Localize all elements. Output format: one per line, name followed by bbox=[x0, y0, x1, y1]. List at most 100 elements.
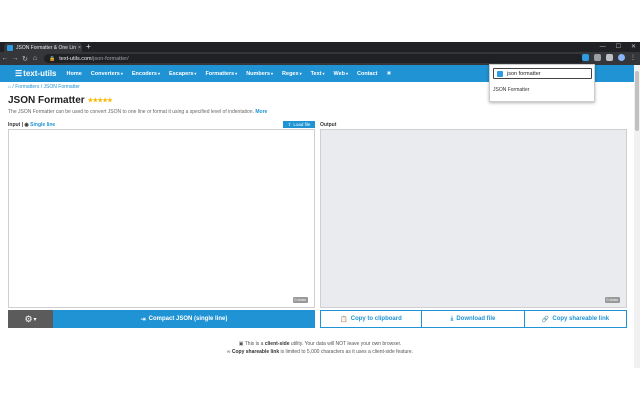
home-icon[interactable]: ⌂ bbox=[30, 55, 40, 62]
note-text-pre: This is a bbox=[244, 341, 264, 347]
note-text-post: utility. Your data will NOT leave your o… bbox=[290, 341, 402, 347]
more-link[interactable]: More bbox=[255, 109, 267, 115]
chevron-down-icon: ▾ bbox=[322, 70, 325, 76]
lock-icon: 🔒 bbox=[49, 55, 56, 62]
new-tab-button[interactable]: + bbox=[86, 42, 91, 52]
load-file-button[interactable]: ⇪ Load file bbox=[283, 121, 315, 128]
download-label: Download file bbox=[456, 316, 496, 322]
rating-stars-icon[interactable]: ★★★★★ bbox=[88, 97, 113, 104]
share-note-bold: Copy shareable link bbox=[231, 349, 280, 355]
breadcrumb-current[interactable]: JSON Formatter bbox=[44, 84, 80, 90]
nav-menu: Home Converters▾ Encoders▾ Escapers▾ Formatt… bbox=[67, 71, 387, 77]
site-logo[interactable]: ☰text-utils bbox=[15, 69, 57, 78]
page-title-text: JSON Formatter bbox=[8, 95, 85, 106]
single-line-toggle-icon[interactable]: ◉ bbox=[24, 122, 28, 128]
address-bar[interactable]: 🔒 text-utils.com /json-formatter/ bbox=[44, 54, 584, 63]
url-path: /json-formatter/ bbox=[91, 55, 129, 62]
nav-item-regex[interactable]: Regex▾ bbox=[282, 71, 302, 77]
forward-icon[interactable]: → bbox=[10, 55, 20, 62]
copy-to-clipboard-button[interactable]: 📋 Copy to clipboard bbox=[320, 310, 422, 328]
minimize-icon[interactable]: — bbox=[600, 42, 606, 52]
single-line-toggle[interactable]: Single line bbox=[30, 122, 55, 128]
extension-icons: ⋮ bbox=[582, 54, 636, 61]
chevron-down-icon: ▾ bbox=[299, 70, 302, 76]
copy-shareable-link-button[interactable]: 🔗 Copy shareable link bbox=[525, 310, 627, 328]
breadcrumb-separator: / bbox=[12, 84, 14, 90]
settings-button[interactable]: ⚙ ▾ bbox=[8, 310, 53, 328]
extension-icon[interactable] bbox=[582, 54, 589, 61]
chevron-down-icon: ▾ bbox=[271, 70, 274, 76]
compact-label: Compact JSON (single line) bbox=[148, 316, 228, 322]
sidebar-icon[interactable] bbox=[606, 54, 613, 61]
page-scrollbar[interactable] bbox=[634, 65, 640, 368]
download-file-button[interactable]: ⤓ Download file bbox=[422, 310, 525, 328]
search-input-value: json formatter bbox=[507, 70, 541, 77]
nav-item-label: Converters bbox=[90, 70, 120, 77]
note-text-bold: client-side bbox=[264, 341, 290, 347]
compact-icon: ⇥ bbox=[140, 316, 146, 323]
nav-item-label: Regex bbox=[282, 70, 299, 77]
nav-item-home[interactable]: Home bbox=[67, 71, 82, 77]
chevron-down-icon: ▾ bbox=[157, 70, 160, 76]
input-label: Input bbox=[8, 122, 21, 128]
home-icon[interactable]: ⌂ bbox=[8, 84, 11, 90]
clipboard-icon: 📋 bbox=[340, 316, 348, 323]
share-note-text: is limited to 5,000 characters as it use… bbox=[280, 349, 414, 355]
nav-item-web[interactable]: Web▾ bbox=[334, 71, 349, 77]
close-icon[interactable]: × bbox=[78, 45, 81, 51]
nav-item-encoders[interactable]: Encoders▾ bbox=[132, 71, 160, 77]
nav-item-label: Web bbox=[333, 70, 346, 77]
nav-item-label: Numbers bbox=[246, 70, 271, 77]
output-label: Output bbox=[320, 122, 337, 128]
browser-tab-strip: JSON Formatter & One Line - Co × + — ☐ ✕ bbox=[0, 42, 640, 52]
upload-icon: ⇪ bbox=[287, 121, 292, 127]
url-host: text-utils.com bbox=[59, 55, 92, 62]
theme-toggle-icon[interactable]: ☀ bbox=[387, 71, 392, 77]
chevron-down-icon: ▾ bbox=[235, 70, 238, 76]
input-textarea[interactable]: 0 chars bbox=[8, 129, 315, 308]
link-icon: 🔗 bbox=[541, 316, 550, 323]
search-result-item[interactable]: JSON Formatter bbox=[493, 87, 529, 93]
menu-icon[interactable]: ⋮ bbox=[630, 54, 636, 61]
back-icon[interactable]: ← bbox=[0, 55, 10, 62]
output-textarea[interactable]: 0 chars bbox=[320, 129, 627, 308]
breadcrumb-separator: / bbox=[40, 84, 43, 90]
logo-text: text-utils bbox=[23, 69, 57, 78]
nav-item-converters[interactable]: Converters▾ bbox=[91, 71, 123, 77]
copy-label: Copy to clipboard bbox=[350, 316, 402, 322]
nav-item-numbers[interactable]: Numbers▾ bbox=[246, 71, 273, 77]
link-icon: ∞ bbox=[226, 349, 231, 355]
nav-item-label: Escapers bbox=[168, 70, 194, 77]
avatar[interactable] bbox=[618, 54, 625, 61]
letterbox-bottom bbox=[0, 368, 640, 400]
scroll-thumb[interactable] bbox=[635, 71, 639, 131]
gear-icon: ⚙ bbox=[24, 313, 33, 324]
chevron-down-icon: ▾ bbox=[33, 316, 37, 323]
close-window-icon[interactable]: ✕ bbox=[631, 42, 636, 52]
breadcrumb-formatters[interactable]: Formatters bbox=[15, 84, 39, 90]
share-limit-note: ∞ Copy shareable link is limited to 5,00… bbox=[0, 349, 640, 355]
maximize-icon[interactable]: ☐ bbox=[616, 42, 621, 52]
nav-item-formatters[interactable]: Formatters▾ bbox=[205, 71, 237, 77]
share-label: Copy shareable link bbox=[552, 316, 610, 322]
window-controls: — ☐ ✕ bbox=[600, 42, 636, 52]
letterbox-top bbox=[0, 0, 640, 42]
nav-item-contact[interactable]: Contact bbox=[357, 71, 377, 77]
nav-item-text[interactable]: Text▾ bbox=[311, 71, 325, 77]
search-popup: json formatter JSON Formatter bbox=[489, 64, 595, 102]
browser-tab[interactable]: JSON Formatter & One Line - Co × bbox=[4, 43, 82, 52]
load-file-label: Load file bbox=[293, 122, 311, 127]
compact-json-button[interactable]: ⇥ Compact JSON (single line) bbox=[53, 310, 315, 328]
puzzle-icon[interactable] bbox=[594, 54, 601, 61]
nav-item-label: Text bbox=[310, 70, 322, 77]
nav-item-label: Formatters bbox=[205, 70, 235, 77]
chevron-down-icon: ▾ bbox=[346, 70, 349, 76]
search-input[interactable]: json formatter bbox=[493, 68, 592, 79]
screen: JSON Formatter & One Line - Co × + — ☐ ✕… bbox=[0, 0, 640, 400]
nav-item-escapers[interactable]: Escapers▾ bbox=[169, 71, 196, 77]
client-side-note: ▣ This is a client-side utility. Your da… bbox=[0, 341, 640, 347]
shield-icon: ▣ bbox=[238, 341, 244, 347]
reload-icon[interactable]: ↻ bbox=[20, 55, 30, 63]
logo-icon: ☰ bbox=[15, 69, 23, 78]
download-icon: ⤓ bbox=[450, 315, 454, 322]
